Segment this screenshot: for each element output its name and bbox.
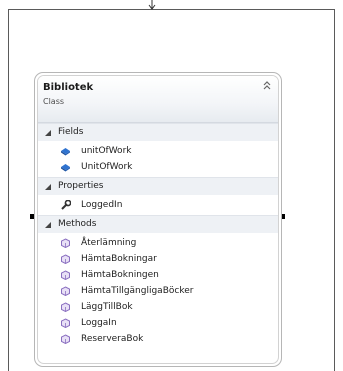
diagram-canvas: Bibliotek Class Fields unitOfWork UnitOf… xyxy=(0,0,343,371)
class-shape-bibliotek[interactable]: Bibliotek Class Fields unitOfWork UnitOf… xyxy=(34,72,282,367)
field-icon xyxy=(61,164,70,172)
method-icon xyxy=(61,302,70,312)
association-arrow-icon xyxy=(148,0,156,10)
section-methods-label: Methods xyxy=(58,219,97,229)
section-properties-label: Properties xyxy=(58,181,104,191)
field-item-label: UnitOfWork xyxy=(81,162,133,172)
method-item-label: Återlämning xyxy=(81,238,137,248)
section-fields-body: unitOfWork UnitOfWork xyxy=(38,141,278,177)
field-icon xyxy=(61,148,70,156)
class-header[interactable]: Bibliotek Class xyxy=(38,76,278,123)
method-icon xyxy=(61,286,70,296)
method-icon xyxy=(61,238,70,248)
container-right-border xyxy=(334,9,335,371)
method-item-label: HämtaBokningen xyxy=(81,270,159,280)
section-properties-body: LoggedIn xyxy=(38,195,278,215)
method-item-label: HämtaTillgängligaBöcker xyxy=(81,286,194,296)
method-item[interactable]: HämtaBokningar xyxy=(38,251,278,267)
method-icon xyxy=(61,254,70,264)
method-item[interactable]: Återlämning xyxy=(38,235,278,251)
method-icon xyxy=(61,334,70,344)
property-item-label: LoggedIn xyxy=(81,200,123,210)
class-name: Bibliotek xyxy=(43,82,94,93)
container-top-border xyxy=(8,9,335,10)
section-fields-header[interactable]: Fields xyxy=(38,123,278,141)
container-left-border xyxy=(8,9,9,371)
method-item[interactable]: HämtaBokningen xyxy=(38,267,278,283)
expand-triangle-icon[interactable] xyxy=(45,130,51,136)
method-item[interactable]: HämtaTillgängligaBöcker xyxy=(38,283,278,299)
class-shape-inner: Bibliotek Class Fields unitOfWork UnitOf… xyxy=(37,75,279,364)
class-kind: Class xyxy=(43,97,65,106)
field-item-label: unitOfWork xyxy=(81,146,132,156)
field-item[interactable]: UnitOfWork xyxy=(38,159,278,175)
method-item[interactable]: LäggTillBok xyxy=(38,299,278,315)
method-item-label: HämtaBokningar xyxy=(81,254,157,264)
method-item-label: ReserveraBok xyxy=(81,334,144,344)
method-icon xyxy=(61,318,70,328)
method-icon xyxy=(61,270,70,280)
method-item[interactable]: ReserveraBok xyxy=(38,331,278,347)
method-item-label: LoggaIn xyxy=(81,318,117,328)
property-item[interactable]: LoggedIn xyxy=(38,197,278,213)
expand-triangle-icon[interactable] xyxy=(45,222,51,228)
field-item[interactable]: unitOfWork xyxy=(38,143,278,159)
section-methods-body: Återlämning HämtaBokningar HämtaBokninge… xyxy=(38,233,278,349)
section-methods-header[interactable]: Methods xyxy=(38,215,278,233)
property-wrench-icon xyxy=(61,200,71,210)
expand-triangle-icon[interactable] xyxy=(45,184,51,190)
section-fields-label: Fields xyxy=(58,127,84,137)
method-item[interactable]: LoggaIn xyxy=(38,315,278,331)
section-properties-header[interactable]: Properties xyxy=(38,177,278,195)
double-chevron-up-icon[interactable] xyxy=(262,79,272,91)
method-item-label: LäggTillBok xyxy=(81,302,133,312)
